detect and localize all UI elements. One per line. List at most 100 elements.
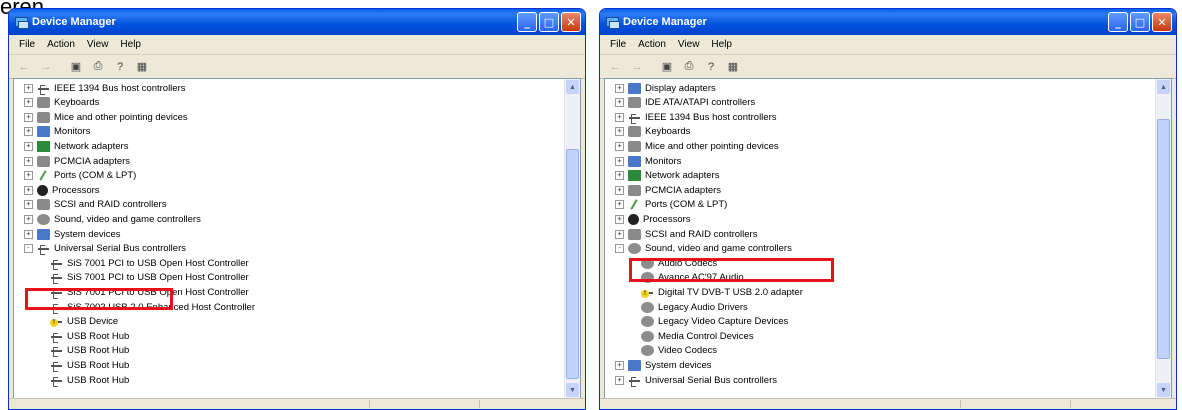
- expand-plus-icon[interactable]: +: [615, 185, 624, 195]
- menu-file[interactable]: File: [13, 39, 41, 50]
- tree-category[interactable]: - Sound, video and game controllers: [615, 242, 792, 256]
- tree-category[interactable]: + Universal Serial Bus controllers: [615, 373, 777, 387]
- print-icon[interactable]: ⎙: [680, 59, 698, 75]
- tree-device[interactable]: USB Root Hub: [50, 344, 129, 358]
- expand-plus-icon[interactable]: +: [615, 360, 624, 370]
- menu-help[interactable]: Help: [705, 39, 738, 50]
- expand-plus-icon[interactable]: +: [615, 156, 624, 166]
- forward-arrow-icon[interactable]: →: [37, 59, 55, 75]
- tree-category[interactable]: + Monitors: [615, 154, 681, 168]
- scroll-thumb[interactable]: [1157, 119, 1170, 359]
- title-bar[interactable]: Device Manager _ □ ✕: [600, 9, 1176, 35]
- menu-view[interactable]: View: [672, 39, 706, 50]
- menu-file[interactable]: File: [604, 39, 632, 50]
- expand-plus-icon[interactable]: +: [615, 171, 624, 181]
- tree-category[interactable]: + Network adapters: [24, 139, 128, 153]
- scroll-up-arrow-icon[interactable]: ▲: [1157, 80, 1170, 94]
- minimize-button[interactable]: _: [1108, 12, 1128, 32]
- tree-category[interactable]: - Universal Serial Bus controllers: [24, 242, 186, 256]
- tree-device[interactable]: Legacy Audio Drivers: [641, 300, 748, 314]
- tree-category[interactable]: + Network adapters: [615, 169, 719, 183]
- expand-plus-icon[interactable]: +: [24, 200, 33, 210]
- maximize-button[interactable]: □: [539, 12, 559, 32]
- maximize-button[interactable]: □: [1130, 12, 1150, 32]
- device-tree-panel[interactable]: + IEEE 1394 Bus host controllers + Keyboard…: [13, 78, 581, 399]
- back-arrow-icon[interactable]: ←: [15, 59, 33, 75]
- expand-plus-icon[interactable]: +: [24, 98, 33, 108]
- tree-category[interactable]: + PCMCIA adapters: [615, 183, 721, 197]
- tree-category[interactable]: + System devices: [24, 227, 121, 241]
- menu-action[interactable]: Action: [41, 39, 81, 50]
- tree-category[interactable]: + Mice and other pointing devices: [24, 110, 188, 124]
- expand-plus-icon[interactable]: +: [24, 141, 33, 151]
- tree-category[interactable]: + SCSI and RAID controllers: [24, 198, 166, 212]
- tree-category[interactable]: + Processors: [24, 183, 100, 197]
- tree-category[interactable]: + IEEE 1394 Bus host controllers: [24, 81, 186, 95]
- tree-device[interactable]: USB Device: [50, 315, 118, 329]
- scan-hardware-icon[interactable]: ▦: [133, 59, 151, 75]
- tree-device[interactable]: USB Root Hub: [50, 329, 129, 343]
- tree-category[interactable]: + Monitors: [24, 125, 90, 139]
- tree-category[interactable]: + PCMCIA adapters: [24, 154, 130, 168]
- expand-plus-icon[interactable]: +: [24, 229, 33, 239]
- menu-view[interactable]: View: [81, 39, 115, 50]
- tree-device[interactable]: Legacy Video Capture Devices: [641, 315, 788, 329]
- tree-device[interactable]: SiS 7001 PCI to USB Open Host Controller: [50, 256, 249, 270]
- expand-plus-icon[interactable]: +: [24, 127, 33, 137]
- tree-device[interactable]: USB Root Hub: [50, 373, 129, 387]
- expand-plus-icon[interactable]: +: [24, 171, 33, 181]
- tree-category[interactable]: + IEEE 1394 Bus host controllers: [615, 110, 777, 124]
- expand-plus-icon[interactable]: +: [24, 185, 33, 195]
- scan-hardware-icon[interactable]: ▦: [724, 59, 742, 75]
- expand-plus-icon[interactable]: +: [615, 214, 624, 224]
- expand-plus-icon[interactable]: +: [615, 83, 624, 93]
- collapse-minus-icon[interactable]: -: [615, 244, 624, 254]
- properties-icon[interactable]: ▣: [658, 59, 676, 75]
- properties-icon[interactable]: ▣: [67, 59, 85, 75]
- help-icon[interactable]: ?: [111, 59, 129, 75]
- expand-plus-icon[interactable]: +: [615, 112, 624, 122]
- scroll-thumb[interactable]: [566, 149, 579, 379]
- expand-plus-icon[interactable]: +: [615, 98, 624, 108]
- forward-arrow-icon[interactable]: →: [628, 59, 646, 75]
- expand-plus-icon[interactable]: +: [24, 156, 33, 166]
- tree-category[interactable]: + Sound, video and game controllers: [24, 212, 201, 226]
- collapse-minus-icon[interactable]: -: [24, 244, 33, 254]
- scroll-down-arrow-icon[interactable]: ▼: [1157, 383, 1170, 397]
- tree-category[interactable]: + Mice and other pointing devices: [615, 139, 779, 153]
- expand-plus-icon[interactable]: +: [615, 141, 624, 151]
- expand-plus-icon[interactable]: +: [24, 83, 33, 93]
- tree-category[interactable]: + Ports (COM & LPT): [615, 198, 727, 212]
- tree-device[interactable]: Media Control Devices: [641, 329, 754, 343]
- device-manager-window-left[interactable]: Device Manager _ □ ✕ File Action View He…: [8, 8, 586, 410]
- tree-category[interactable]: + System devices: [615, 358, 712, 372]
- tree-category[interactable]: + Ports (COM & LPT): [24, 169, 136, 183]
- tree-category[interactable]: + Keyboards: [615, 125, 690, 139]
- back-arrow-icon[interactable]: ←: [606, 59, 624, 75]
- expand-plus-icon[interactable]: +: [615, 375, 624, 385]
- tree-device[interactable]: Video Codecs: [641, 344, 717, 358]
- tree-category[interactable]: + IDE ATA/ATAPI controllers: [615, 96, 755, 110]
- help-icon[interactable]: ?: [702, 59, 720, 75]
- device-tree-panel[interactable]: + Display adapters + IDE ATA/ATAPI controll…: [604, 78, 1172, 399]
- menu-action[interactable]: Action: [632, 39, 672, 50]
- expand-plus-icon[interactable]: +: [24, 112, 33, 122]
- vertical-scrollbar[interactable]: ▲ ▼: [1155, 79, 1171, 398]
- vertical-scrollbar[interactable]: ▲ ▼: [564, 79, 580, 398]
- tree-device[interactable]: Digital TV DVB-T USB 2.0 adapter: [641, 285, 803, 299]
- expand-plus-icon[interactable]: +: [24, 214, 33, 224]
- title-bar[interactable]: Device Manager _ □ ✕: [9, 9, 585, 35]
- close-button[interactable]: ✕: [1152, 12, 1172, 32]
- expand-plus-icon[interactable]: +: [615, 229, 624, 239]
- tree-device[interactable]: USB Root Hub: [50, 358, 129, 372]
- minimize-button[interactable]: _: [517, 12, 537, 32]
- tree-category[interactable]: + Keyboards: [24, 96, 99, 110]
- expand-plus-icon[interactable]: +: [615, 127, 624, 137]
- tree-category[interactable]: + SCSI and RAID controllers: [615, 227, 757, 241]
- scroll-up-arrow-icon[interactable]: ▲: [566, 80, 579, 94]
- close-button[interactable]: ✕: [561, 12, 581, 32]
- device-manager-window-right[interactable]: Device Manager _ □ ✕ File Action View He…: [599, 8, 1177, 410]
- tree-category[interactable]: + Processors: [615, 212, 691, 226]
- print-icon[interactable]: ⎙: [89, 59, 107, 75]
- scroll-down-arrow-icon[interactable]: ▼: [566, 383, 579, 397]
